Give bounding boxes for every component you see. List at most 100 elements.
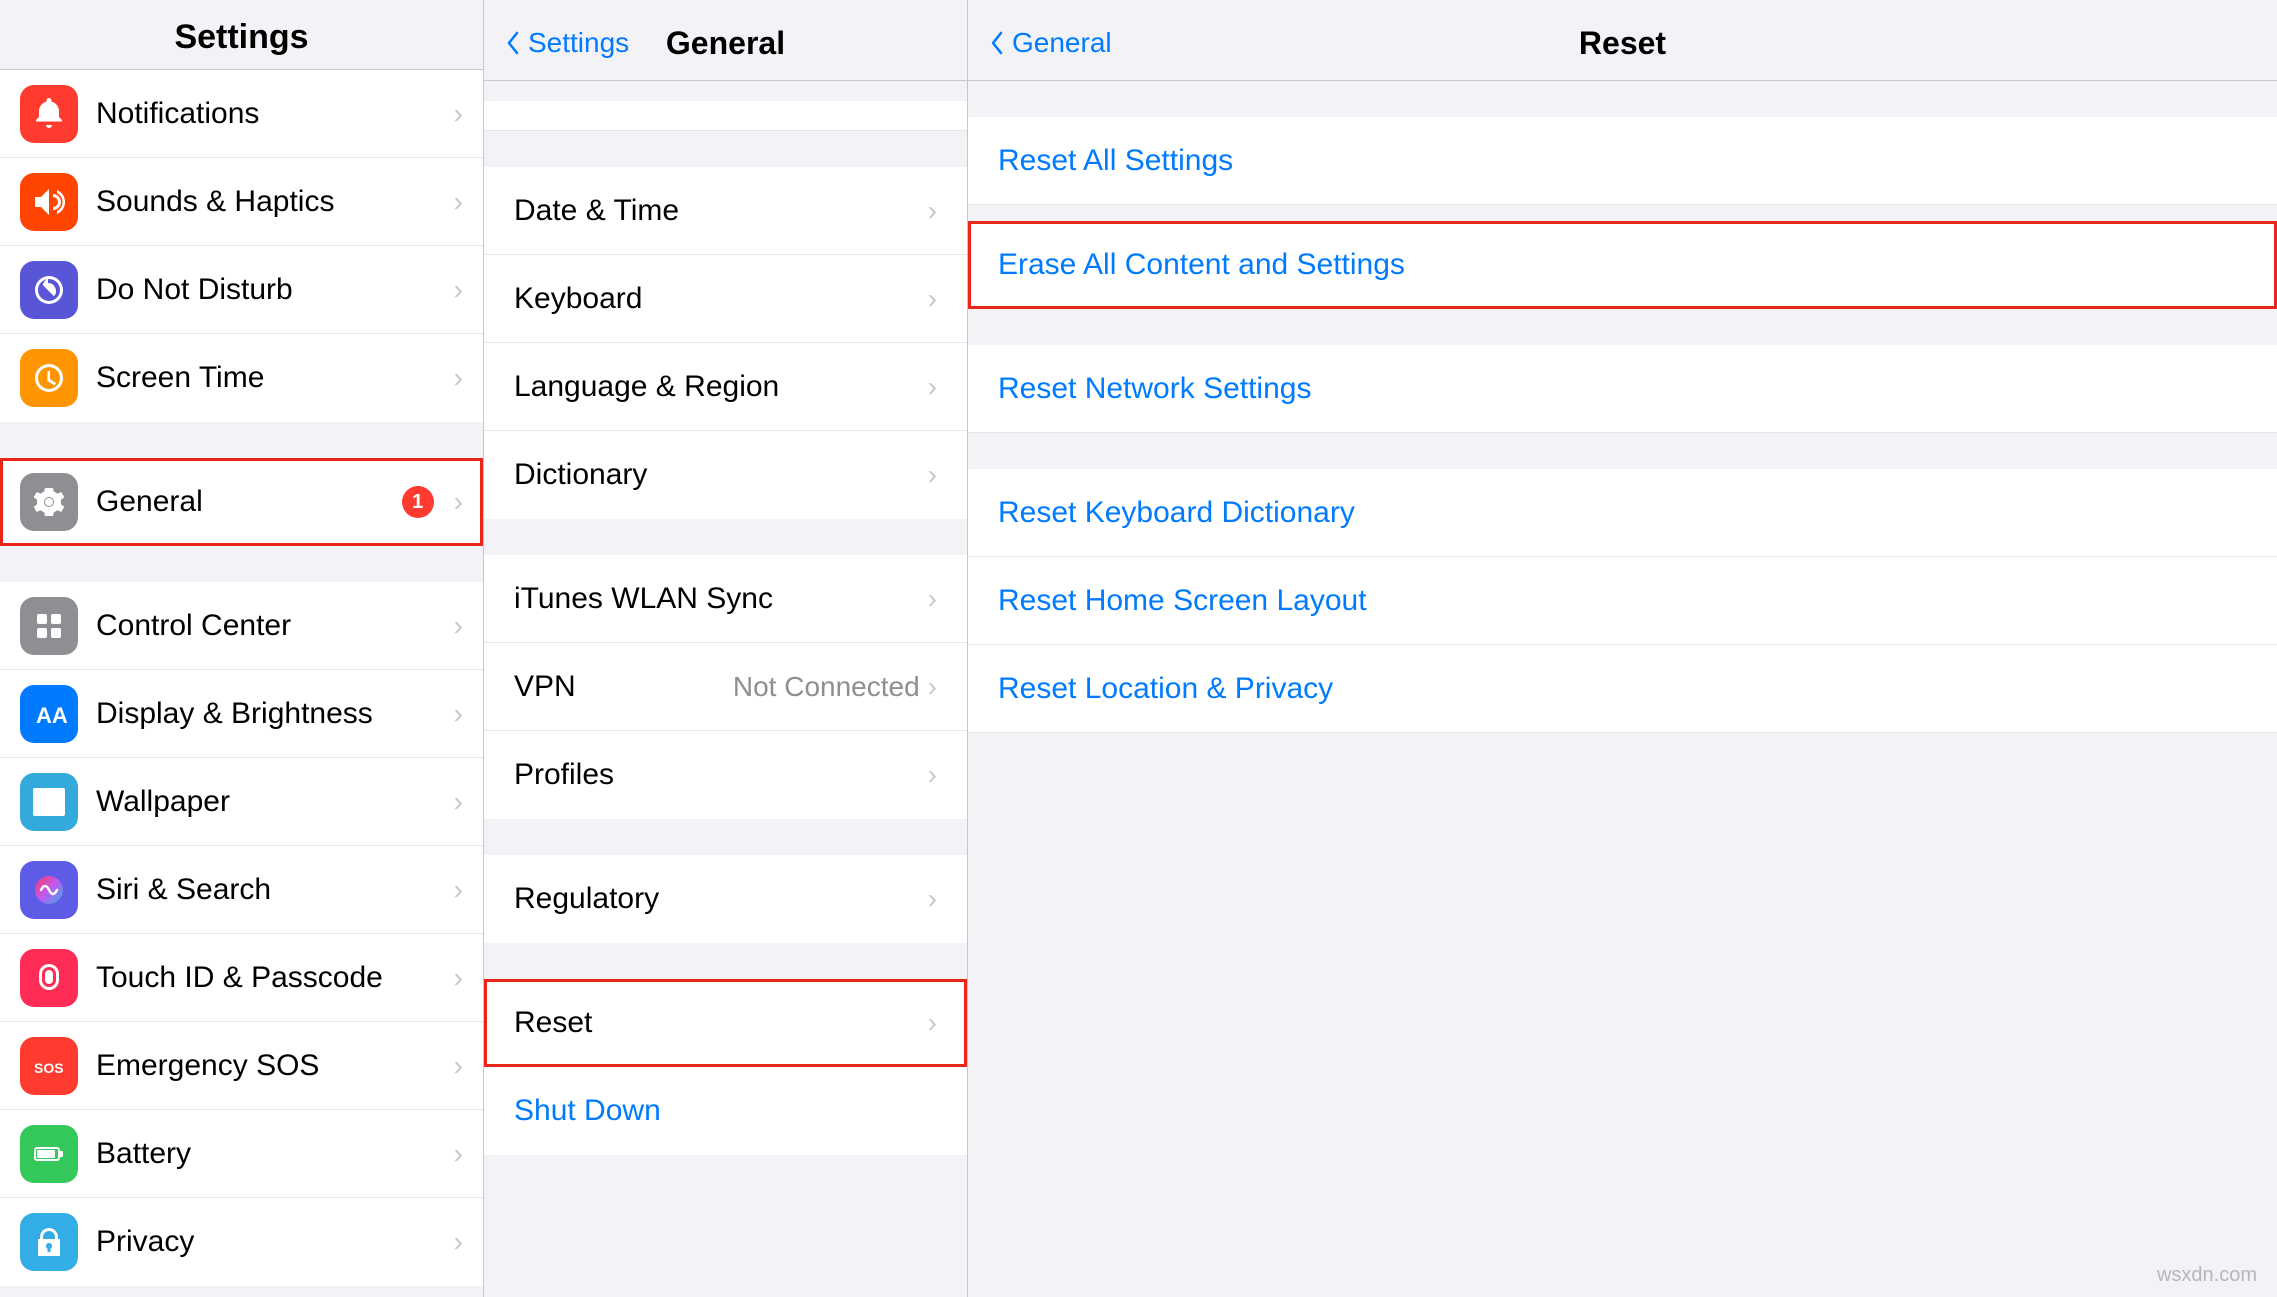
general-item-vpn[interactable]: VPN Not Connected › [484,643,967,731]
keyboard-label: Keyboard [514,282,928,316]
vpn-label: VPN [514,670,733,704]
reset-back-button[interactable]: General [988,27,1112,59]
general-badge: 1 [402,486,434,518]
general-title: General [666,25,785,62]
settings-item-controlcenter[interactable]: Control Center › [0,582,483,670]
reset-scroll[interactable]: Reset All Settings Erase All Content and… [968,81,2277,1297]
settings-item-screentime[interactable]: Screen Time › [0,334,483,422]
touchid-label: Touch ID & Passcode [96,961,446,995]
privacy-chevron: › [454,1226,463,1258]
reset-keyboard-label: Reset Keyboard Dictionary [998,496,2247,530]
display-label: Display & Brightness [96,697,446,731]
dictionary-chevron: › [928,459,937,491]
reset-back-label: General [1012,27,1112,59]
general-gap-0 [484,131,967,167]
wallpaper-label: Wallpaper [96,785,446,819]
settings-item-dnd[interactable]: Do Not Disturb › [0,246,483,334]
general-back-label: Settings [528,27,629,59]
general-gap-3 [484,943,967,979]
erase-all-label: Erase All Content and Settings [998,248,2247,282]
reset-item-erase-all[interactable]: Erase All Content and Settings [968,221,2277,309]
reset-group-3: Reset Network Settings [968,345,2277,433]
reset-item-location[interactable]: Reset Location & Privacy [968,645,2277,733]
general-nav: Settings General [504,18,947,68]
general-item-language[interactable]: Language & Region › [484,343,967,431]
settings-title: Settings [174,18,308,57]
general-header: Settings General [484,0,967,81]
reset-item-homescreen[interactable]: Reset Home Screen Layout [968,557,2277,645]
svg-text:AA: AA [36,703,67,728]
settings-item-notifications[interactable]: Notifications › [0,70,483,158]
settings-item-touchid[interactable]: Touch ID & Passcode › [0,934,483,1022]
notifications-chevron: › [454,98,463,130]
settings-scroll[interactable]: Notifications › Sounds & Haptics › Do No… [0,70,483,1297]
reset-gap-top [968,81,2277,117]
keyboard-chevron: › [928,283,937,315]
reset-gap-1 [968,205,2277,221]
reset-header: General Reset [968,0,2277,81]
general-group-4: Reset › Shut Down [484,979,967,1155]
touchid-chevron: › [454,962,463,994]
general-gap-2 [484,819,967,855]
vpn-chevron: › [928,671,937,703]
general-item-reset[interactable]: Reset › [484,979,967,1067]
general-item-shutdown[interactable]: Shut Down [484,1067,967,1155]
reset-item-keyboard[interactable]: Reset Keyboard Dictionary [968,469,2277,557]
reset-homescreen-label: Reset Home Screen Layout [998,584,2247,618]
reset-item-network[interactable]: Reset Network Settings [968,345,2277,433]
general-scroll[interactable]: Date & Time › Keyboard › Language & Regi… [484,81,967,1297]
reset-group-2: Erase All Content and Settings [968,221,2277,309]
reset-gap-2 [968,309,2277,345]
dictionary-label: Dictionary [514,458,928,492]
reset-column: General Reset Reset All Settings Erase A… [968,0,2277,1297]
itunes-chevron: › [928,583,937,615]
general-item-datetime[interactable]: Date & Time › [484,167,967,255]
screentime-label: Screen Time [96,361,446,395]
controlcenter-icon [20,597,78,655]
profiles-chevron: › [928,759,937,791]
general-column: Settings General Date & Time › Keyboard … [484,0,968,1297]
general-above-fold [484,101,967,131]
settings-item-emergencysos[interactable]: SOS Emergency SOS › [0,1022,483,1110]
regulatory-label: Regulatory [514,882,928,916]
reset-chevron: › [928,1007,937,1039]
itunes-label: iTunes WLAN Sync [514,582,928,616]
settings-item-siri[interactable]: Siri & Search › [0,846,483,934]
general-item-regulatory[interactable]: Regulatory › [484,855,967,943]
dnd-label: Do Not Disturb [96,273,446,307]
settings-group-1: Notifications › Sounds & Haptics › Do No… [0,70,483,422]
general-icon [20,473,78,531]
dnd-chevron: › [454,274,463,306]
settings-group-2: General 1 › [0,458,483,546]
controlcenter-chevron: › [454,610,463,642]
wallpaper-icon [20,773,78,831]
general-item-itunes[interactable]: iTunes WLAN Sync › [484,555,967,643]
svg-text:SOS: SOS [34,1060,64,1076]
touchid-icon [20,949,78,1007]
reset-item-all-settings[interactable]: Reset All Settings [968,117,2277,205]
general-item-profiles[interactable]: Profiles › [484,731,967,819]
emergencysos-icon: SOS [20,1037,78,1095]
sounds-chevron: › [454,186,463,218]
reset-all-label: Reset All Settings [998,144,2247,178]
reset-nav: General Reset [988,18,2257,68]
emergencysos-label: Emergency SOS [96,1049,446,1083]
settings-item-display[interactable]: AA Display & Brightness › [0,670,483,758]
regulatory-chevron: › [928,883,937,915]
emergencysos-chevron: › [454,1050,463,1082]
settings-item-battery[interactable]: Battery › [0,1110,483,1198]
shutdown-label: Shut Down [514,1094,937,1128]
general-item-dictionary[interactable]: Dictionary › [484,431,967,519]
language-label: Language & Region [514,370,928,404]
screentime-chevron: › [454,362,463,394]
general-chevron: › [454,486,463,518]
settings-item-sounds[interactable]: Sounds & Haptics › [0,158,483,246]
vpn-value: Not Connected [733,671,920,703]
settings-item-privacy[interactable]: Privacy › [0,1198,483,1286]
settings-item-wallpaper[interactable]: Wallpaper › [0,758,483,846]
gap-2 [0,546,483,582]
general-item-keyboard[interactable]: Keyboard › [484,255,967,343]
general-back-button[interactable]: Settings [504,27,629,59]
profiles-label: Profiles [514,758,928,792]
settings-item-general[interactable]: General 1 › [0,458,483,546]
